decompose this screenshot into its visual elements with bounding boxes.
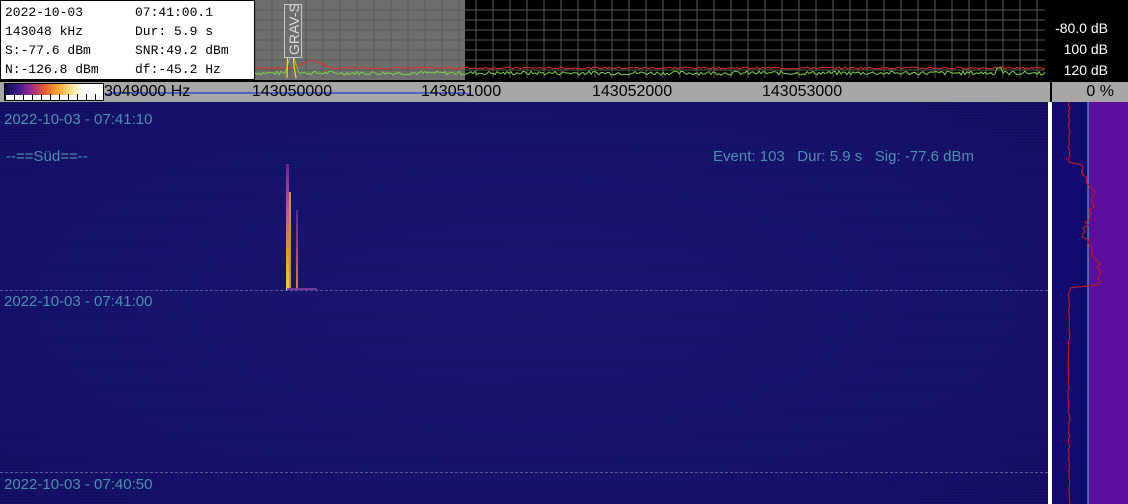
time-label-1: 2022-10-03 - 07:41:00 bbox=[4, 293, 153, 310]
spectrum-display[interactable]: GRAV-S -80.0 dB 100 dB 120 dB 2022-10-03… bbox=[0, 0, 1128, 82]
percent-indicator: 0 % bbox=[1050, 82, 1128, 102]
info-duration: Dur: 5.9 s bbox=[135, 24, 214, 39]
db-label-120: 120 dB bbox=[1063, 62, 1108, 78]
freq-label-3: 143052000 bbox=[592, 83, 673, 100]
info-frequency: 143048 kHz bbox=[5, 24, 84, 39]
info-noise: N:-126.8 dBm bbox=[5, 62, 99, 77]
color-palette-scale[interactable] bbox=[4, 83, 104, 101]
info-signal: S:-77.6 dBm bbox=[5, 43, 91, 58]
info-snr: SNR:49.2 dBm bbox=[135, 43, 229, 58]
freq-label-4: 143053000 bbox=[762, 83, 843, 100]
event-tag-label: GRAV-S bbox=[286, 4, 302, 55]
time-label-0: 2022-10-03 - 07:41:10 bbox=[4, 111, 153, 128]
site-label: --==Süd==-- bbox=[6, 148, 88, 165]
time-label-2: 2022-10-03 - 07:40:50 bbox=[4, 476, 153, 493]
db-label-80: -80.0 dB bbox=[1055, 20, 1108, 36]
signal-level-panel bbox=[1052, 102, 1128, 504]
percent-label: 0 % bbox=[1086, 83, 1114, 100]
freq-label-0: 3049000 Hz bbox=[104, 83, 191, 100]
freq-label-2: 143051000 bbox=[421, 83, 502, 100]
info-date: 2022-10-03 bbox=[5, 5, 84, 20]
level-trace bbox=[1067, 102, 1102, 504]
info-df: df:-45.2 Hz bbox=[135, 62, 221, 77]
db-label-100: 100 dB bbox=[1063, 41, 1108, 57]
freq-label-1: 143050000 bbox=[252, 83, 333, 100]
event-info: Event: 103 Dur: 5.9 s Sig: -77.6 dBm bbox=[713, 148, 974, 165]
info-time: 07:41:00.1 bbox=[135, 5, 214, 20]
signal-info-box: 2022-10-03 07:41:00.1 143048 kHz Dur: 5.9 … bbox=[0, 0, 255, 80]
frequency-axis-bar[interactable]: 3049000 Hz 143050000 143051000 143052000… bbox=[0, 82, 1050, 102]
time-gridline bbox=[0, 290, 1048, 291]
time-gridline bbox=[0, 472, 1048, 473]
waterfall-display[interactable]: 2022-10-03 - 07:41:10 --==Süd==-- Event:… bbox=[0, 102, 1048, 504]
event-tag: GRAV-S bbox=[284, 4, 302, 58]
palette-ticks bbox=[5, 94, 103, 100]
